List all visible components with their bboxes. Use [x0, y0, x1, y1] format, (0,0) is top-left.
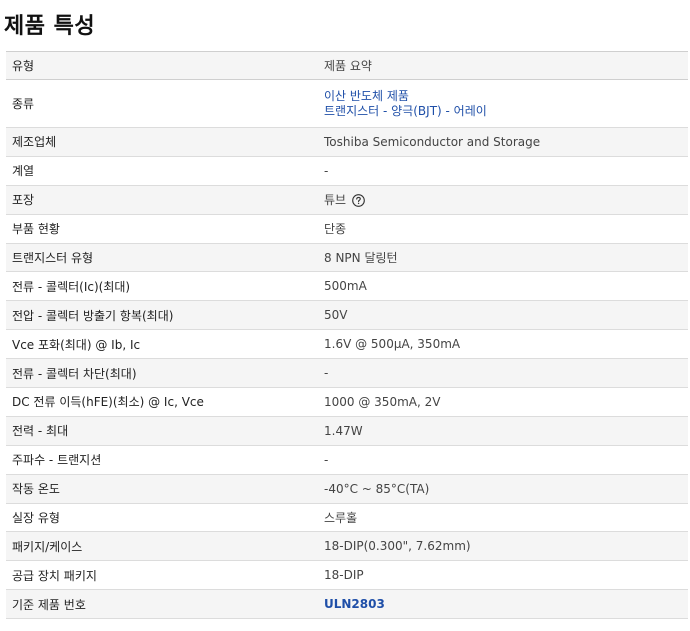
table-row: 트랜지스터 유형 8 NPN 달링턴 — [6, 243, 688, 273]
row-value: 1.6V @ 500µA, 350mA — [318, 329, 688, 360]
row-label: 전압 - 콜렉터 방출기 항복(최대) — [6, 300, 318, 331]
table-row: 전류 - 콜렉터 차단(최대) - — [6, 358, 688, 389]
product-attributes-page: 제품 특성 유형 제품 요약 종류 이산 반도체 제품 트랜지스터 - 양극(B… — [0, 0, 690, 631]
row-value: 튜브 — [318, 185, 688, 215]
table-row: 전압 - 콜렉터 방출기 항복(최대) 50V — [6, 300, 688, 331]
row-label: 실장 유형 — [6, 503, 318, 533]
row-label: 종류 — [6, 79, 318, 128]
row-value: Toshiba Semiconductor and Storage — [318, 127, 688, 157]
row-value: 1.47W — [318, 416, 688, 446]
row-value: - — [318, 445, 688, 475]
row-label: 작동 온도 — [6, 474, 318, 504]
row-value: 8 NPN 달링턴 — [318, 243, 688, 273]
row-value: 스루홀 — [318, 503, 688, 533]
table-row: 작동 온도 -40°C ~ 85°C(TA) — [6, 474, 688, 504]
category-link-bjt-array[interactable]: 트랜지스터 - 양극(BJT) - 어레이 — [324, 104, 682, 119]
row-label: 전력 - 최대 — [6, 416, 318, 446]
row-label: 전류 - 콜렉터 차단(최대) — [6, 358, 318, 389]
packaging-value: 튜브 — [324, 193, 347, 208]
row-label: 제조업체 — [6, 127, 318, 157]
table-row: 실장 유형 스루홀 — [6, 503, 688, 533]
row-value: - — [318, 156, 688, 186]
page-title: 제품 특성 — [4, 14, 96, 39]
row-value: 1000 @ 350mA, 2V — [318, 387, 688, 417]
row-value: 500mA — [318, 271, 688, 302]
table-row: 전류 - 콜렉터(Ic)(최대) 500mA — [6, 271, 688, 302]
table-row: 계열 - — [6, 156, 688, 186]
row-value: 단종 — [318, 214, 688, 244]
row-value: - — [318, 358, 688, 389]
row-value: 18-DIP(0.300", 7.62mm) — [318, 531, 688, 562]
table-row: 제조업체 Toshiba Semiconductor and Storage — [6, 127, 688, 157]
row-label: 공급 장치 패키지 — [6, 560, 318, 591]
table-row: 부품 현황 단종 — [6, 214, 688, 244]
row-label: 부품 현황 — [6, 214, 318, 244]
row-label: 포장 — [6, 185, 318, 215]
table-row: 포장 튜브 — [6, 185, 688, 215]
row-value: -40°C ~ 85°C(TA) — [318, 474, 688, 504]
header-type: 유형 — [6, 51, 318, 80]
product-attributes-table: 유형 제품 요약 종류 이산 반도체 제품 트랜지스터 - 양극(BJT) - … — [6, 51, 688, 620]
table-row: DC 전류 이득(hFE)(최소) @ Ic, Vce 1000 @ 350mA… — [6, 387, 688, 417]
row-label: 전류 - 콜렉터(Ic)(최대) — [6, 271, 318, 302]
row-label: DC 전류 이득(hFE)(최소) @ Ic, Vce — [6, 387, 318, 417]
category-link-discrete[interactable]: 이산 반도체 제품 — [324, 89, 682, 104]
row-label: Vce 포화(최대) @ Ib, Ic — [6, 329, 318, 360]
table-row: 주파수 - 트랜지션 - — [6, 445, 688, 475]
header-summary: 제품 요약 — [318, 51, 688, 80]
table-row: 기준 제품 번호 ULN2803 — [6, 589, 688, 620]
row-label: 계열 — [6, 156, 318, 186]
table-row: 공급 장치 패키지 18-DIP — [6, 560, 688, 591]
row-label: 기준 제품 번호 — [6, 589, 318, 620]
row-value: 이산 반도체 제품 트랜지스터 - 양극(BJT) - 어레이 — [318, 79, 688, 128]
table-header-row: 유형 제품 요약 — [6, 51, 688, 80]
row-label: 주파수 - 트랜지션 — [6, 445, 318, 475]
table-row: 패키지/케이스 18-DIP(0.300", 7.62mm) — [6, 531, 688, 562]
row-value: 50V — [318, 300, 688, 331]
table-row: Vce 포화(최대) @ Ib, Ic 1.6V @ 500µA, 350mA — [6, 329, 688, 360]
base-part-number-link[interactable]: ULN2803 — [324, 597, 682, 612]
table-row: 전력 - 최대 1.47W — [6, 416, 688, 446]
row-value: 18-DIP — [318, 560, 688, 591]
table-row: 종류 이산 반도체 제품 트랜지스터 - 양극(BJT) - 어레이 — [6, 79, 688, 128]
question-circle-icon[interactable] — [352, 194, 365, 208]
row-label: 패키지/케이스 — [6, 531, 318, 562]
row-value: ULN2803 — [318, 589, 688, 620]
row-label: 트랜지스터 유형 — [6, 243, 318, 273]
